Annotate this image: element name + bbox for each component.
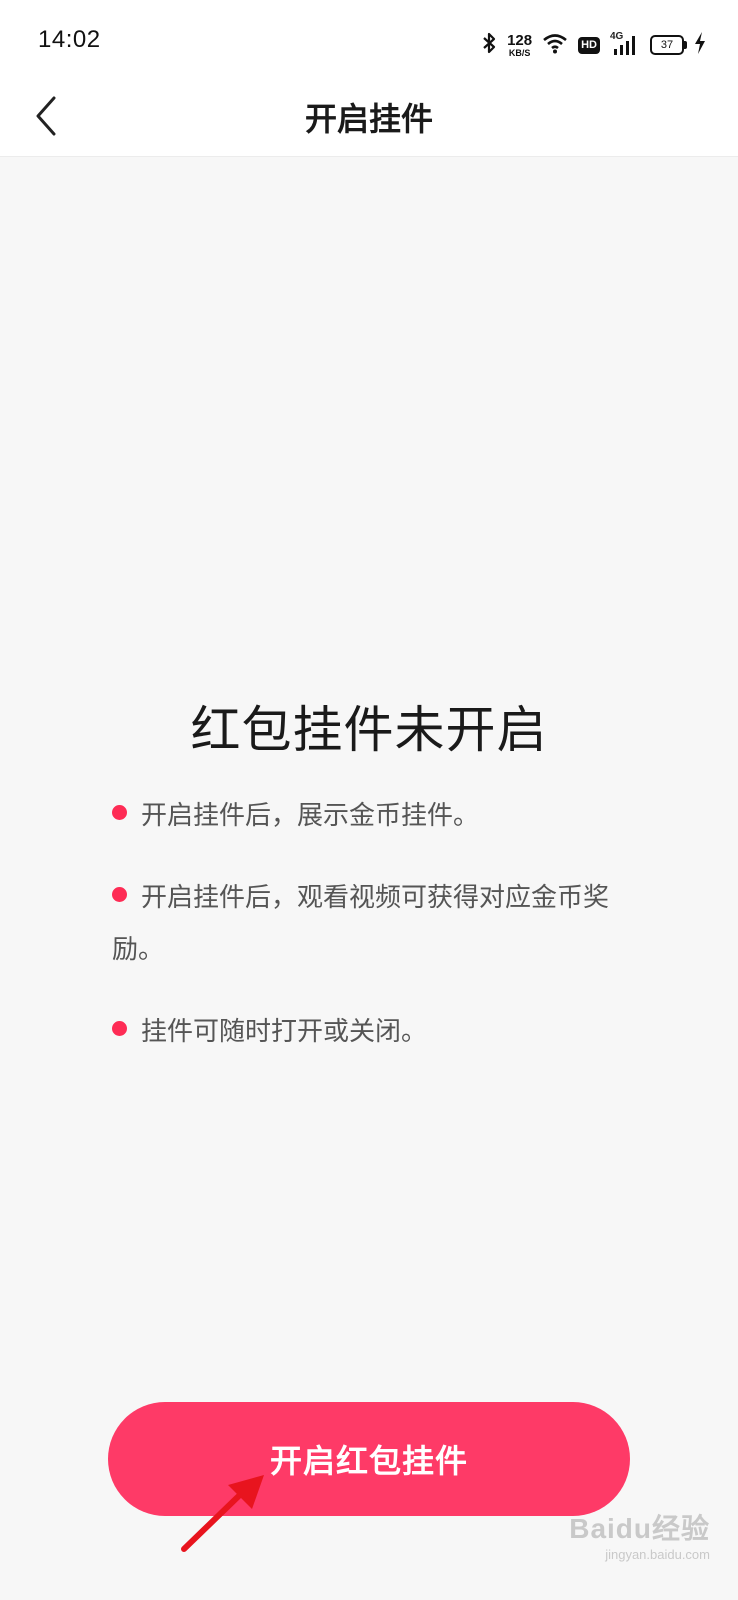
status-time: 14:02 (38, 26, 101, 53)
battery-icon: 37 (650, 35, 687, 55)
list-item: 开启挂件后，展示金币挂件。 (112, 790, 612, 842)
bullet-dot-icon (112, 1021, 127, 1036)
info-list: 开启挂件后，展示金币挂件。 开启挂件后，观看视频可获得对应金币奖励。 挂件可随时… (112, 790, 612, 1088)
signal-icon: 4G (610, 31, 640, 57)
watermark-logo: Baidu经验 (569, 1513, 710, 1544)
annotation-arrow-icon (181, 1475, 264, 1552)
charging-icon (694, 32, 706, 58)
bullet-dot-icon (112, 805, 127, 820)
list-item-text: 开启挂件后，展示金币挂件。 (141, 801, 480, 831)
status-icons: 128 KB/S HD 4G 37 (481, 30, 706, 60)
network-speed: 128 KB/S (507, 33, 532, 58)
list-item: 开启挂件后，观看视频可获得对应金币奖励。 (112, 872, 612, 976)
status-bar: 14:02 128 KB/S HD 4G 37 (0, 0, 738, 88)
list-item-text: 开启挂件后，观看视频可获得对应金币奖励。 (112, 883, 610, 965)
bullet-dot-icon (112, 887, 127, 902)
watermark: Baidu经验 jingyan.baidu.com (569, 1507, 710, 1562)
list-item-text: 挂件可随时打开或关闭。 (141, 1017, 428, 1047)
page-title: 开启挂件 (304, 100, 433, 138)
watermark-url: jingyan.baidu.com (605, 1547, 710, 1562)
network-speed-unit: KB/S (508, 47, 531, 58)
hd-badge: HD (578, 36, 600, 54)
bluetooth-icon (481, 31, 497, 59)
network-speed-value: 128 (507, 31, 533, 49)
battery-level: 37 (660, 39, 674, 51)
wifi-icon (542, 32, 568, 58)
list-item: 挂件可随时打开或关闭。 (112, 1006, 612, 1058)
header-bar: 开启挂件 (0, 88, 738, 157)
widget-status-title: 红包挂件未开启 (190, 701, 548, 759)
